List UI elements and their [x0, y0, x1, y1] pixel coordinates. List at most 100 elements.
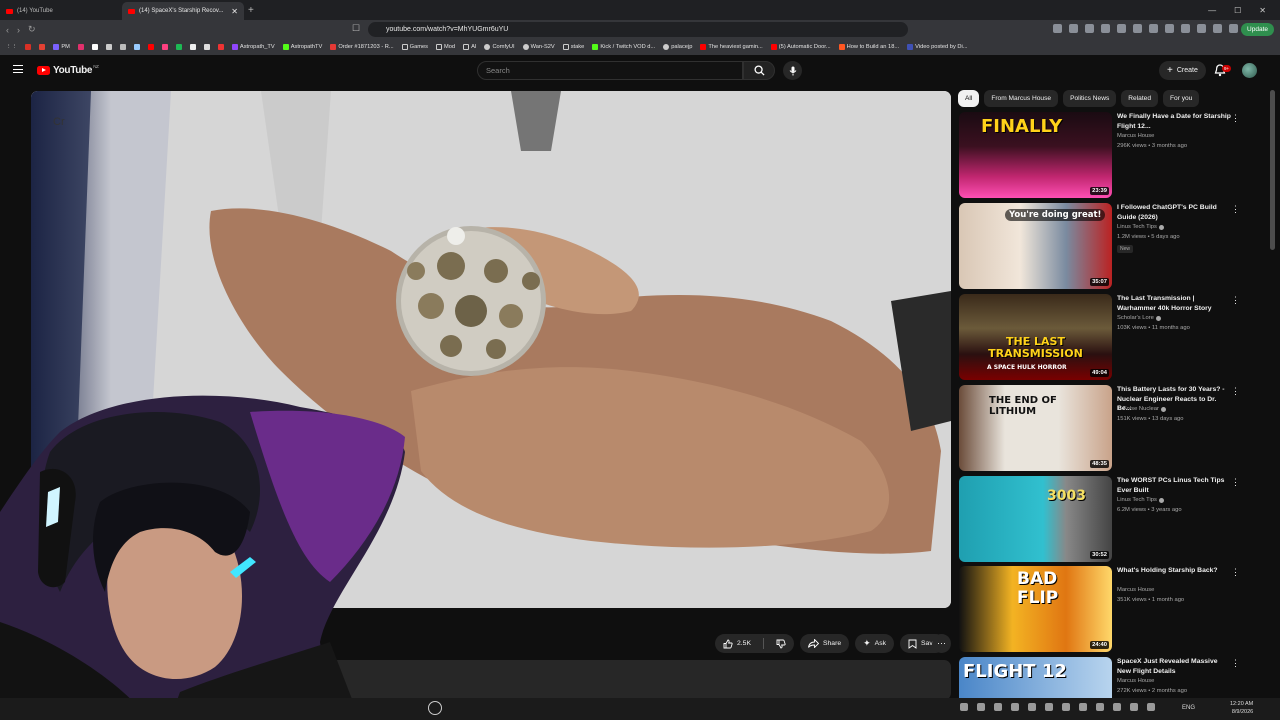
channel-name[interactable]: Linus Tech Tips [1117, 224, 1164, 230]
language-indicator[interactable]: ENG [1182, 705, 1195, 711]
more-options-icon[interactable]: ⋮ [1231, 477, 1240, 488]
tray-icon[interactable] [1113, 703, 1121, 711]
tray-icon[interactable] [1011, 703, 1019, 711]
page-scrollbar[interactable] [1270, 90, 1275, 250]
bookmark-item[interactable]: ComfyUI [484, 44, 515, 50]
bookmark-item[interactable] [119, 44, 126, 50]
voice-search-button[interactable] [783, 61, 802, 80]
video-thumbnail[interactable]: BAD FLIP 24:40 [959, 566, 1112, 652]
bookmark-item[interactable]: Kick / Twitch VOD d... [592, 44, 655, 50]
bookmark-item[interactable]: PM [53, 44, 70, 50]
menu-icon[interactable] [13, 65, 23, 73]
tray-icon[interactable] [1130, 703, 1138, 711]
bookmark-item[interactable]: (5) Automatic Door... [770, 44, 831, 50]
more-options-icon[interactable]: ⋮ [1231, 113, 1240, 124]
system-clock[interactable]: 12:20 AM 8/9/2026 [1230, 701, 1253, 716]
bookmark-item[interactable] [161, 44, 168, 50]
more-options-icon[interactable]: ⋮ [1231, 567, 1240, 578]
close-tab-icon[interactable]: ✕ [231, 7, 238, 16]
extension-icon[interactable] [1085, 24, 1094, 33]
bookmark-item[interactable]: How to Build an 18... [838, 44, 899, 50]
bookmark-item[interactable]: Wan-S2V [522, 44, 555, 50]
video-thumbnail[interactable]: FLIGHT 12 [959, 657, 1112, 698]
bookmark-item[interactable] [203, 44, 210, 50]
bookmark-folder[interactable]: Mod [435, 44, 455, 50]
tray-icon[interactable] [960, 703, 968, 711]
bookmark-item[interactable]: Astropath_TV [231, 44, 275, 50]
channel-name[interactable]: Marcus House [1117, 587, 1154, 593]
share-button[interactable]: Share [799, 634, 850, 653]
chip-politics-news[interactable]: Politics News [1063, 90, 1117, 107]
channel-name[interactable]: Scholar's Lore [1117, 315, 1161, 321]
channel-name[interactable]: Marcus House [1117, 133, 1154, 139]
bookmark-item[interactable]: palacejp [663, 44, 692, 50]
account-avatar[interactable] [1242, 63, 1257, 78]
video-thumbnail[interactable]: You're doing great! 35:07 [959, 203, 1112, 289]
video-thumbnail[interactable]: THE LAST TRANSMISSION A SPACE HULK HORRO… [959, 294, 1112, 380]
bookmark-item[interactable]: Video posted by Di... [907, 44, 968, 50]
maximize-icon[interactable]: ☐ [1234, 6, 1241, 15]
bookmark-item[interactable] [133, 44, 140, 50]
bookmark-item[interactable] [175, 44, 182, 50]
tray-icon[interactable] [1028, 703, 1036, 711]
extension-icon[interactable] [1197, 24, 1206, 33]
new-tab-icon[interactable]: + [248, 5, 254, 16]
tray-icon[interactable] [977, 703, 985, 711]
channel-name[interactable]: Linus Tech Tips [1117, 497, 1164, 503]
recommendation-item[interactable]: THE LAST TRANSMISSION A SPACE HULK HORRO… [959, 294, 1259, 382]
tray-icon[interactable] [1062, 703, 1070, 711]
video-title[interactable]: We Finally Have a Date for Starship Flig… [1117, 112, 1231, 131]
more-options-icon[interactable]: ⋮ [1231, 204, 1240, 215]
tray-icon[interactable] [994, 703, 1002, 711]
video-title[interactable]: The Last Transmission | Warhammer 40k Ho… [1117, 294, 1231, 313]
recommendation-item[interactable]: FLIGHT 12 SpaceX Just Revealed Massive N… [959, 657, 1259, 698]
chip-related[interactable]: Related [1121, 90, 1159, 107]
bookmark-item[interactable]: The heaviest gamin... [700, 44, 763, 50]
recommendation-item[interactable]: You're doing great! 35:07 I Followed Cha… [959, 203, 1259, 291]
tray-icon[interactable] [1079, 703, 1087, 711]
video-thumbnail[interactable]: FINALLY 23:39 [959, 112, 1112, 198]
minimize-icon[interactable]: — [1208, 6, 1216, 15]
chip-from-marcus-house[interactable]: From Marcus House [984, 90, 1059, 107]
bookmark-item[interactable] [25, 44, 32, 50]
update-button[interactable]: Update [1241, 23, 1274, 36]
recommendation-item[interactable]: BAD FLIP 24:40 What's Holding Starship B… [959, 566, 1259, 654]
tray-icon[interactable] [1045, 703, 1053, 711]
chip-all[interactable]: All [958, 90, 980, 107]
video-title[interactable]: The WORST PCs Linus Tech Tips Ever Built [1117, 476, 1231, 495]
ask-button[interactable]: ✦ Ask [855, 634, 895, 653]
tray-icon[interactable] [1147, 703, 1155, 711]
tray-icon[interactable] [1096, 703, 1104, 711]
bookmark-folder[interactable]: stake [562, 44, 584, 50]
search-button[interactable] [743, 61, 775, 80]
bookmark-item[interactable] [91, 44, 98, 50]
extension-icon[interactable] [1229, 24, 1238, 33]
extension-icon[interactable] [1101, 24, 1110, 33]
chip-for-you[interactable]: For you [1163, 90, 1200, 107]
recommendation-item[interactable]: THE END OF LITHIUM 48:35 This Battery La… [959, 385, 1259, 473]
back-icon[interactable]: ‹ [6, 25, 9, 35]
bookmark-item[interactable] [39, 44, 46, 50]
close-window-icon[interactable]: ✕ [1259, 6, 1266, 15]
extension-icon[interactable] [1165, 24, 1174, 33]
tab-youtube[interactable]: (14) YouTube [0, 2, 122, 20]
extension-icon[interactable] [1053, 24, 1062, 33]
more-options-icon[interactable]: ⋮ [1231, 658, 1240, 669]
recommendation-item[interactable]: FINALLY 23:39 We Finally Have a Date for… [959, 112, 1259, 200]
bookmark-item[interactable]: Order #1871203 - R... [330, 44, 394, 50]
video-thumbnail[interactable]: 3003 30:52 [959, 476, 1112, 562]
extension-icon[interactable] [1117, 24, 1126, 33]
bookmark-folder[interactable]: AI [463, 44, 476, 50]
extension-icon[interactable] [1069, 24, 1078, 33]
bookmark-item[interactable] [217, 44, 224, 50]
more-options-icon[interactable]: ⋮ [1231, 386, 1240, 397]
channel-name[interactable]: Marcus House [1117, 678, 1154, 684]
channel-name[interactable]: T. Folse Nuclear [1117, 406, 1166, 412]
extension-icon[interactable] [1149, 24, 1158, 33]
video-thumbnail[interactable]: THE END OF LITHIUM 48:35 [959, 385, 1112, 471]
bookmark-apps-icon[interactable]: ⋮⋮ [6, 44, 17, 50]
tab-starship-video[interactable]: (14) SpaceX's Starship Recov... ✕ [122, 2, 244, 20]
like-button[interactable]: 2.5K [715, 634, 759, 653]
extension-icon[interactable] [1133, 24, 1142, 33]
bookmark-item[interactable] [189, 44, 196, 50]
